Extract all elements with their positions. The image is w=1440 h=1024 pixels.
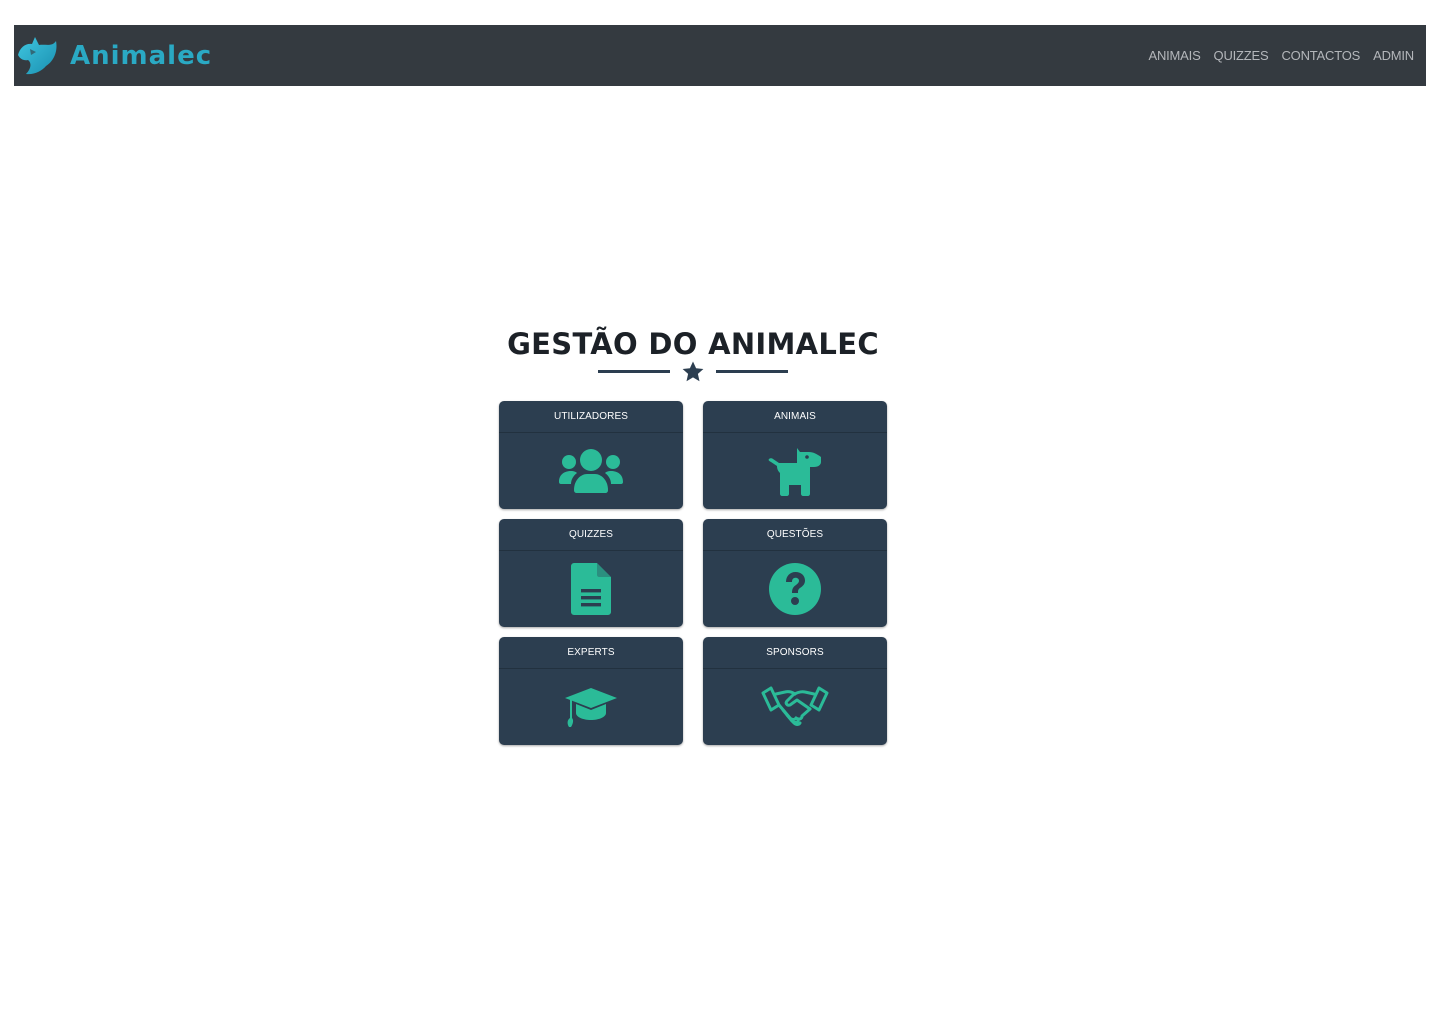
divider-line-left bbox=[598, 370, 670, 373]
star-divider bbox=[598, 360, 788, 384]
users-icon bbox=[559, 449, 623, 493]
navbar: Animalec ANIMAIS QUIZZES CONTACTOS ADMIN bbox=[14, 25, 1426, 86]
card-label: UTILIZADORES bbox=[499, 401, 683, 433]
nav-link-admin[interactable]: ADMIN bbox=[1373, 48, 1414, 63]
card-questoes[interactable]: QUESTÕES bbox=[703, 519, 887, 627]
card-quizzes[interactable]: QUIZZES bbox=[499, 519, 683, 627]
card-sponsors[interactable]: SPONSORS bbox=[703, 637, 887, 745]
question-circle-icon bbox=[769, 563, 821, 615]
brand-link[interactable]: Animalec bbox=[16, 35, 212, 77]
card-label: SPONSORS bbox=[703, 637, 887, 669]
nav-link-animais[interactable]: ANIMAIS bbox=[1148, 48, 1200, 63]
brand-name: Animalec bbox=[70, 41, 213, 71]
file-icon bbox=[571, 563, 611, 615]
nav-link-quizzes[interactable]: QUIZZES bbox=[1214, 48, 1269, 63]
card-label: EXPERTS bbox=[499, 637, 683, 669]
card-utilizadores[interactable]: UTILIZADORES bbox=[499, 401, 683, 509]
handshake-icon bbox=[761, 686, 829, 726]
divider-line-right bbox=[716, 370, 788, 373]
card-label: QUIZZES bbox=[499, 519, 683, 551]
page-title: GESTÃO DO ANIMALEC bbox=[507, 327, 879, 362]
graduation-cap-icon bbox=[565, 688, 617, 727]
nav-link-contactos[interactable]: CONTACTOS bbox=[1281, 48, 1360, 63]
dog-logo-icon bbox=[18, 37, 57, 75]
card-label: ANIMAIS bbox=[703, 401, 887, 433]
card-label: QUESTÕES bbox=[703, 519, 887, 551]
card-experts[interactable]: EXPERTS bbox=[499, 637, 683, 745]
nav-links: ANIMAIS QUIZZES CONTACTOS ADMIN bbox=[1135, 25, 1414, 86]
card-animais[interactable]: ANIMAIS bbox=[703, 401, 887, 509]
dog-icon bbox=[768, 448, 821, 496]
star-icon bbox=[682, 361, 704, 382]
